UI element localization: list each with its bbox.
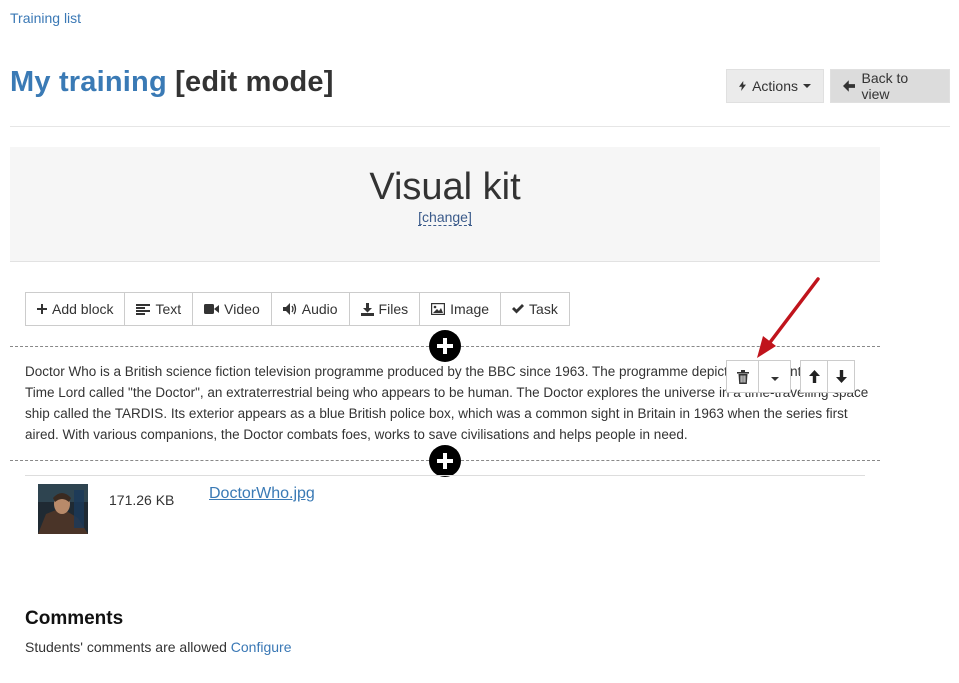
image-label: Image <box>450 301 490 317</box>
kit-banner: Visual kit [change] <box>10 147 880 262</box>
video-label: Video <box>224 301 260 317</box>
image-button[interactable]: Image <box>420 293 502 325</box>
change-kit-link[interactable]: [change] <box>418 209 472 226</box>
arrow-left-icon <box>843 80 856 92</box>
file-divider <box>25 475 865 476</box>
add-block-button[interactable]: Add block <box>26 293 126 325</box>
comments-status: Students' comments are allowed Configure <box>25 639 291 655</box>
volume-icon <box>282 303 296 315</box>
block-options-dropdown[interactable] <box>758 361 790 392</box>
move-block-up-button[interactable] <box>801 361 827 392</box>
trash-icon <box>736 369 749 384</box>
files-button[interactable]: Files <box>350 293 421 325</box>
audio-label: Audio <box>301 301 338 317</box>
block-move-group <box>800 360 855 393</box>
breadcrumb-training-list[interactable]: Training list <box>10 10 81 26</box>
comments-status-text: Students' comments are allowed <box>25 639 227 655</box>
page-title-mode: [edit mode] <box>175 66 334 98</box>
align-left-icon <box>136 303 151 315</box>
delete-block-button[interactable] <box>727 361 758 392</box>
text-label: Text <box>155 301 182 317</box>
file-name-link[interactable]: DoctorWho.jpg <box>209 485 315 503</box>
plus-icon <box>37 304 47 314</box>
back-to-view-label: Back to view <box>861 70 909 102</box>
comments-heading: Comments <box>25 608 124 629</box>
caret-down-icon <box>803 84 811 88</box>
video-camera-icon <box>204 304 220 314</box>
actions-button[interactable]: Actions <box>726 69 824 103</box>
insert-block-plus-icon-2[interactable] <box>429 445 461 477</box>
block-controls-group <box>726 360 791 393</box>
files-label: Files <box>378 301 409 317</box>
task-label: Task <box>529 301 558 317</box>
audio-button[interactable]: Audio <box>272 293 350 325</box>
checkmark-icon <box>512 304 525 314</box>
block-toolbar: Add block Text Video Audio Files Image T… <box>25 292 570 326</box>
arrow-up-icon <box>808 370 820 383</box>
back-to-view-button[interactable]: Back to view <box>830 69 950 103</box>
caret-down-icon <box>770 376 779 381</box>
task-button[interactable]: Task <box>501 293 569 325</box>
configure-comments-link[interactable]: Configure <box>231 639 292 655</box>
text-button[interactable]: Text <box>125 293 194 325</box>
header-divider <box>10 126 950 127</box>
move-block-down-button[interactable] <box>827 361 854 392</box>
insert-block-plus-icon[interactable] <box>429 330 461 362</box>
file-thumbnail[interactable] <box>38 484 88 534</box>
arrow-down-icon <box>835 370 847 383</box>
file-size: 171.26 KB <box>109 492 175 508</box>
actions-label: Actions <box>752 78 798 94</box>
add-block-label: Add block <box>52 301 114 317</box>
picture-icon <box>431 303 446 315</box>
page-title: My training [edit mode] <box>10 66 334 99</box>
video-button[interactable]: Video <box>193 293 272 325</box>
download-icon <box>360 302 374 316</box>
page-title-name: My training <box>10 66 167 98</box>
doctor-who-image <box>38 484 88 534</box>
kit-title: Visual kit <box>369 166 521 208</box>
bolt-icon <box>739 81 747 91</box>
